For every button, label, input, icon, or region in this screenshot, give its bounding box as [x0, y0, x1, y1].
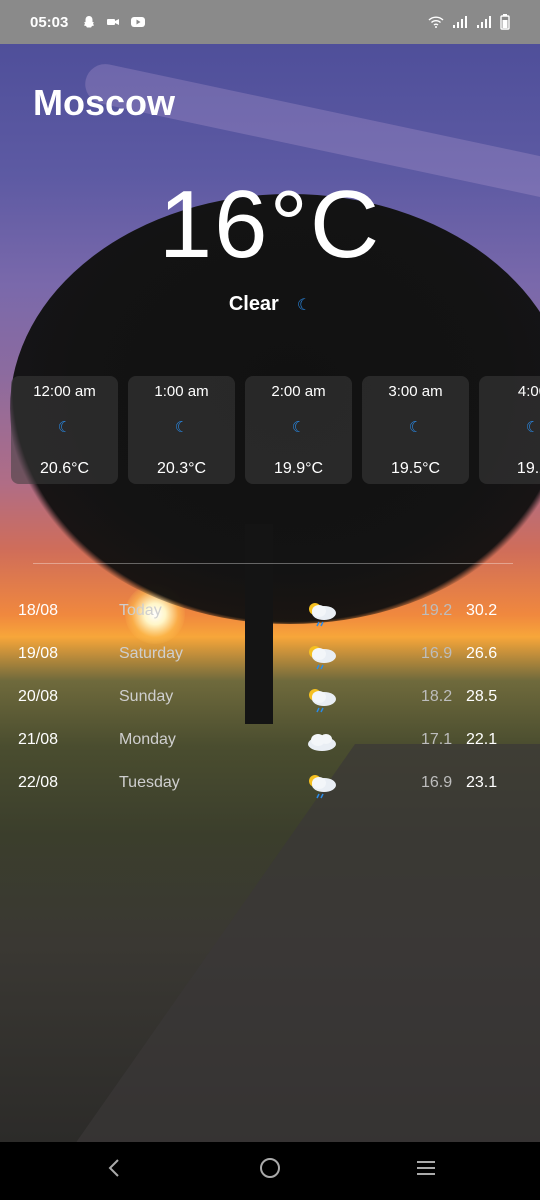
divider [33, 563, 513, 564]
day-date: 22/08 [18, 774, 59, 791]
hour-time: 3:00 am [388, 383, 443, 400]
hour-time: 1:00 am [154, 383, 209, 400]
city-name: Moscow [33, 82, 176, 123]
day-date: 21/08 [18, 731, 59, 748]
hour-temp: 19.2 [516, 460, 540, 477]
moon-icon: ☾ [408, 419, 423, 436]
hour-temp: 19.9°C [273, 460, 324, 477]
day-high: 26.6 [466, 645, 498, 662]
day-high: 23.1 [466, 774, 498, 791]
day-high: 22.1 [466, 731, 498, 748]
day-date: 20/08 [18, 688, 59, 705]
day-date: 19/08 [18, 645, 59, 662]
daily-row[interactable]: 20/08 Sunday 18.2 28.5 [0, 684, 540, 727]
moon-icon: ☾ [57, 419, 72, 436]
video-icon [107, 19, 120, 25]
daily-row[interactable]: 18/08 Today 19.2 30.2 [0, 598, 540, 641]
wifi-icon [428, 16, 444, 28]
daily-row[interactable]: 22/08 Tuesday 16.9 23.1 [0, 770, 540, 813]
current-temperature: 16°C [158, 171, 382, 278]
day-low: 17.1 [421, 731, 453, 748]
status-bar: 05:03 [0, 0, 540, 44]
hour-card[interactable]: 2:00 am ☾ 19.9°C [245, 376, 352, 484]
signal-icon [453, 16, 467, 28]
day-name: Monday [119, 731, 176, 748]
day-high: 30.2 [466, 602, 498, 619]
day-name: Tuesday [119, 774, 180, 791]
daily-row[interactable]: 19/08 Saturday 16.9 26.6 [0, 641, 540, 684]
hour-card[interactable]: 4:00 ☾ 19.2 [479, 376, 540, 484]
daily-forecast: 18/08 Today 19.2 30.2 19/08 Saturday 16.… [0, 598, 540, 813]
hour-temp: 20.6°C [39, 460, 90, 477]
hour-time: 4:00 [517, 383, 540, 400]
daily-row[interactable]: 21/08 Monday 17.1 22.1 [0, 727, 540, 770]
status-time: 05:03 [30, 13, 69, 31]
day-low: 16.9 [421, 645, 453, 662]
hour-card[interactable]: 3:00 am ☾ 19.5°C [362, 376, 469, 484]
hour-temp: 20.3°C [156, 460, 207, 477]
day-name: Today [119, 602, 162, 619]
day-name: Saturday [119, 645, 184, 662]
current-condition: Clear ☾ [0, 293, 540, 316]
sun-cloud-rain-icon [309, 689, 336, 713]
battery-icon [500, 14, 510, 30]
hour-card[interactable]: 1:00 am ☾ 20.3°C [128, 376, 235, 484]
day-low: 19.2 [421, 602, 453, 619]
hour-time: 2:00 am [271, 383, 326, 400]
condition-label: Clear [228, 293, 279, 315]
day-date: 18/08 [18, 602, 59, 619]
cloud-icon [308, 734, 336, 751]
day-name: Sunday [119, 688, 174, 705]
moon-icon: ☾ [174, 419, 189, 436]
day-low: 16.9 [421, 774, 453, 791]
moon-icon: ☾ [291, 419, 306, 436]
sun-cloud-rain-icon [309, 775, 336, 799]
day-high: 28.5 [466, 688, 498, 705]
home-icon[interactable] [250, 1156, 290, 1186]
back-icon[interactable] [94, 1156, 134, 1186]
hour-time: 12:00 am [33, 383, 96, 400]
hour-card[interactable]: 12:00 am ☾ 20.6°C [11, 376, 118, 484]
menu-icon[interactable] [406, 1156, 446, 1186]
snapchat-icon [84, 16, 95, 28]
sun-cloud-rain-icon [309, 603, 336, 627]
youtube-icon [131, 17, 146, 27]
moon-icon: ☾ [525, 419, 540, 436]
sun-cloud-rain-icon [309, 646, 336, 670]
signal-icon [477, 16, 491, 28]
day-low: 18.2 [421, 688, 453, 705]
hourly-forecast[interactable]: 12:00 am ☾ 20.6°C 1:00 am ☾ 20.3°C 2:00 … [11, 376, 540, 484]
hour-temp: 19.5°C [390, 460, 441, 477]
nav-bar [0, 1142, 540, 1200]
moon-icon: ☾ [296, 297, 312, 314]
